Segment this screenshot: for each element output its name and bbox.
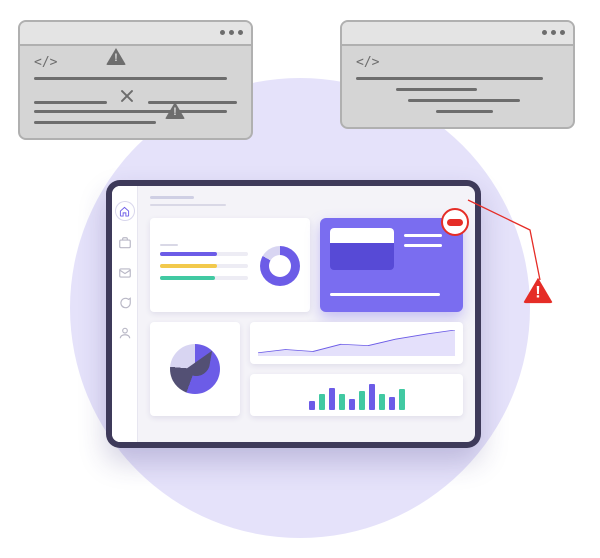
bar — [329, 388, 335, 411]
code-window-clean: </> — [340, 20, 575, 129]
code-line — [34, 121, 156, 124]
code-line — [408, 99, 520, 102]
code-window-error: </> — [18, 20, 253, 140]
bar — [369, 384, 375, 410]
donut-chart — [260, 246, 300, 286]
pie-card[interactable] — [150, 322, 240, 416]
text-line — [404, 244, 442, 247]
page-subtitle — [150, 204, 226, 206]
code-line — [34, 110, 227, 113]
bar — [349, 399, 355, 410]
bar-chart-card[interactable] — [250, 374, 463, 416]
bar — [399, 389, 405, 410]
code-line — [396, 88, 477, 91]
dashboard-content — [138, 186, 475, 442]
area-chart-card[interactable] — [250, 322, 463, 364]
warning-icon — [106, 48, 126, 65]
warning-icon — [165, 102, 185, 119]
code-line — [34, 101, 107, 104]
alert-icon — [523, 278, 553, 304]
bar — [379, 394, 385, 411]
bar — [389, 397, 395, 410]
code-tag-icon: </> — [356, 56, 559, 69]
bar — [319, 394, 325, 411]
mini-card — [330, 228, 394, 270]
code-line — [148, 101, 237, 104]
text-line — [404, 234, 442, 237]
text-line — [330, 293, 440, 296]
code-line — [34, 77, 227, 80]
tablet-device — [106, 180, 481, 448]
chat-icon[interactable] — [118, 296, 132, 310]
window-titlebar — [20, 22, 251, 46]
briefcase-icon[interactable] — [118, 236, 132, 250]
error-pill-icon — [447, 219, 463, 226]
code-line — [356, 77, 543, 80]
bar — [359, 391, 365, 410]
home-icon[interactable] — [116, 202, 134, 220]
code-tag-icon: </> — [34, 56, 237, 69]
sidebar-rail — [112, 186, 138, 442]
error-badge[interactable] — [441, 208, 469, 236]
area-chart — [258, 330, 455, 356]
code-line — [436, 110, 493, 113]
page-title — [150, 196, 194, 199]
dashboard-screen — [112, 186, 475, 442]
bar — [309, 401, 315, 410]
window-controls[interactable] — [542, 30, 565, 35]
error-x-icon — [120, 89, 134, 103]
mail-icon[interactable] — [118, 266, 132, 280]
window-controls[interactable] — [220, 30, 243, 35]
card-title — [160, 244, 178, 246]
bar — [339, 394, 345, 411]
featured-card[interactable] — [320, 218, 463, 312]
user-icon[interactable] — [118, 326, 132, 340]
progress-card[interactable] — [150, 218, 310, 312]
window-titlebar — [342, 22, 573, 46]
